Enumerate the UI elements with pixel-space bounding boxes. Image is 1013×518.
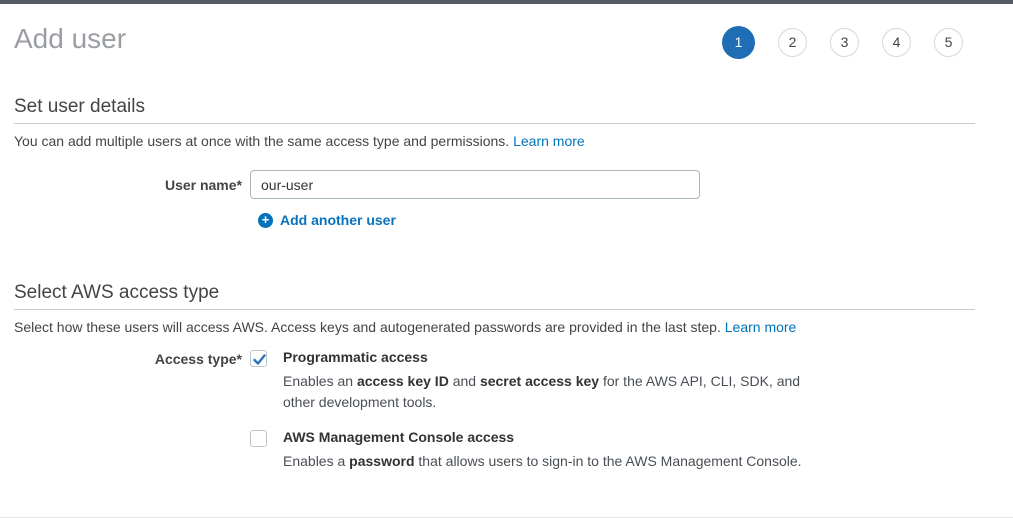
check-icon xyxy=(252,352,267,367)
console-access-option: AWS Management Console access Enables a … xyxy=(250,430,808,472)
desc-bold-access-key-id: access key ID xyxy=(357,373,449,389)
add-another-user-button[interactable]: + Add another user xyxy=(258,212,975,228)
section-heading-access-type: Select AWS access type xyxy=(14,281,975,304)
wizard-header: Add user 1 2 3 4 5 xyxy=(0,4,1013,59)
step-4-indicator: 4 xyxy=(882,28,911,57)
user-name-row: User name* xyxy=(14,170,975,199)
learn-more-link-access-type[interactable]: Learn more xyxy=(725,319,797,335)
programmatic-access-title: Programmatic access xyxy=(283,350,808,365)
console-access-title: AWS Management Console access xyxy=(283,430,808,445)
access-type-label: Access type* xyxy=(14,350,250,367)
add-user-page: { "colors": { "topbar": "#545b64", "acce… xyxy=(0,0,1013,518)
access-type-intro-text: Select how these users will access AWS. … xyxy=(14,319,721,335)
access-type-row: Access type* Programmatic access Enables… xyxy=(14,350,975,472)
desc-text: Enables a xyxy=(283,453,349,469)
user-details-intro-text: You can add multiple users at once with … xyxy=(14,133,509,149)
desc-bold-secret-access-key: secret access key xyxy=(480,373,599,389)
console-access-description: Enables a password that allows users to … xyxy=(283,451,808,472)
learn-more-link-user-details[interactable]: Learn more xyxy=(513,133,585,149)
add-another-user-label: Add another user xyxy=(280,212,396,228)
checkbox-console-access[interactable] xyxy=(250,430,267,447)
user-details-intro: You can add multiple users at once with … xyxy=(14,133,975,150)
section-divider xyxy=(14,309,975,310)
desc-text: that allows users to sign-in to the AWS … xyxy=(415,453,802,469)
section-heading-user-details: Set user details xyxy=(14,95,975,118)
user-name-label: User name* xyxy=(14,170,250,193)
step-1-indicator: 1 xyxy=(722,26,755,59)
checkbox-programmatic-access[interactable] xyxy=(250,350,267,367)
step-3-indicator: 3 xyxy=(830,28,859,57)
programmatic-access-text: Programmatic access Enables an access ke… xyxy=(283,350,808,413)
user-name-input[interactable] xyxy=(250,170,700,199)
step-2-indicator: 2 xyxy=(778,28,807,57)
console-access-text: AWS Management Console access Enables a … xyxy=(283,430,808,472)
step-5-indicator: 5 xyxy=(934,28,963,57)
plus-circle-icon: + xyxy=(258,213,273,228)
desc-bold-password: password xyxy=(349,453,414,469)
access-type-intro: Select how these users will access AWS. … xyxy=(14,319,975,336)
desc-text: and xyxy=(449,373,480,389)
access-type-options: Programmatic access Enables an access ke… xyxy=(250,350,808,472)
section-divider xyxy=(14,123,975,124)
programmatic-access-option: Programmatic access Enables an access ke… xyxy=(250,350,808,413)
wizard-step-indicator: 1 2 3 4 5 xyxy=(722,25,963,59)
page-title: Add user xyxy=(14,22,126,55)
desc-text: Enables an xyxy=(283,373,357,389)
programmatic-access-description: Enables an access key ID and secret acce… xyxy=(283,371,808,413)
